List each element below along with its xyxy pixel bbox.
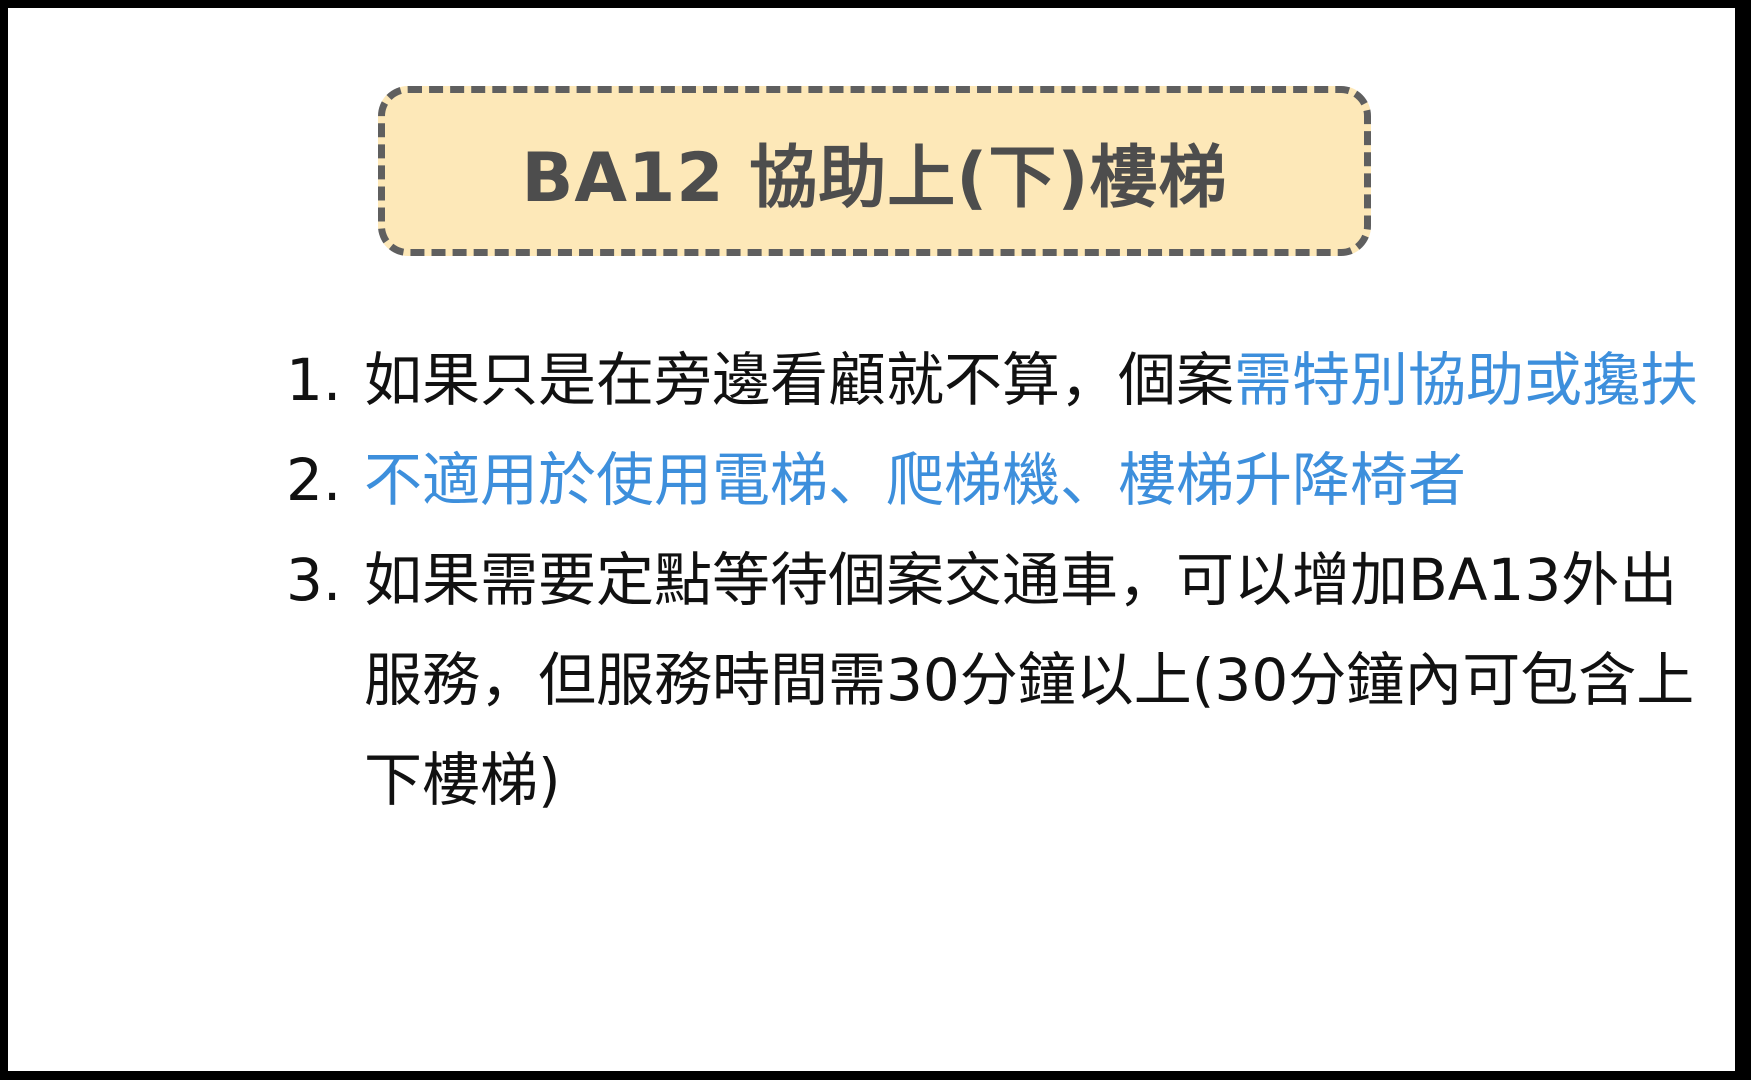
list-item-text-highlight: 不適用於使用電梯、爬梯機、樓梯升降椅者 — [364, 446, 1467, 514]
page-title: BA12 協助上(下)樓梯 — [521, 138, 1228, 218]
list-item: 2. 不適用於使用電梯、爬梯機、樓梯升降椅者 — [286, 430, 1706, 530]
list-item-number: 2. — [286, 446, 342, 514]
list-item-text: 如果只是在旁邊看顧就不算，個案需特別協助或攙扶 — [364, 330, 1706, 430]
list-item: 3. 如果需要定點等待個案交通車，可以增加BA13外出服務，但服務時間需30分鐘… — [286, 530, 1706, 830]
content-list: 1. 如果只是在旁邊看顧就不算，個案需特別協助或攙扶 2. 不適用於使用電梯、爬… — [286, 330, 1706, 830]
list-item-text: 如果需要定點等待個案交通車，可以增加BA13外出服務，但服務時間需30分鐘以上(… — [364, 530, 1706, 830]
list-item-text-highlight: 需特別協助或攙扶 — [1234, 346, 1699, 414]
list-item-number: 1. — [286, 346, 342, 414]
title-box: BA12 協助上(下)樓梯 — [378, 86, 1371, 256]
list-item-text-plain: 如果只是在旁邊看顧就不算，個案 — [364, 346, 1235, 414]
list-item: 1. 如果只是在旁邊看顧就不算，個案需特別協助或攙扶 — [286, 330, 1706, 430]
list-item-text-plain: 如果需要定點等待個案交通車，可以增加BA13外出服務，但服務時間需30分鐘以上(… — [364, 546, 1695, 814]
list-item-text: 不適用於使用電梯、爬梯機、樓梯升降椅者 — [364, 430, 1706, 530]
slide: BA12 協助上(下)樓梯 1. 如果只是在旁邊看顧就不算，個案需特別協助或攙扶… — [8, 8, 1735, 1071]
list-item-number: 3. — [286, 546, 342, 614]
